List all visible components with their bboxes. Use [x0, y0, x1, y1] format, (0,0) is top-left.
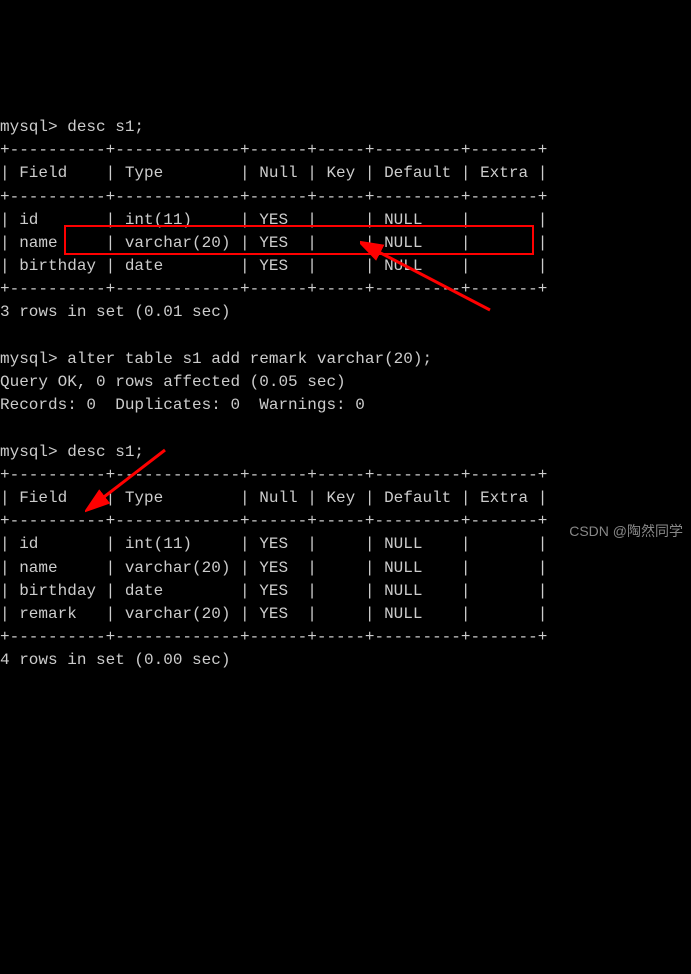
table-row: | name | varchar(20) | YES | | NULL | |	[0, 559, 547, 577]
command: desc s1;	[67, 118, 144, 136]
records-summary: Records: 0 Duplicates: 0 Warnings: 0	[0, 396, 365, 414]
prompt: mysql>	[0, 443, 67, 461]
table-border: +----------+-------------+------+-----+-…	[0, 141, 547, 159]
command: desc s1;	[67, 443, 144, 461]
table-border: +----------+-------------+------+-----+-…	[0, 280, 547, 298]
prompt: mysql>	[0, 118, 67, 136]
table-border: +----------+-------------+------+-----+-…	[0, 628, 547, 646]
command-alter: alter table s1 add remark varchar(20);	[67, 350, 432, 368]
table-header: | Field | Type | Null | Key | Default | …	[0, 489, 547, 507]
prompt-line-2[interactable]: mysql> alter table s1 add remark varchar…	[0, 350, 432, 368]
table-border: +----------+-------------+------+-----+-…	[0, 466, 547, 484]
result-summary: 4 rows in set (0.00 sec)	[0, 651, 230, 669]
query-ok: Query OK, 0 rows affected (0.05 sec)	[0, 373, 346, 391]
table-row: | id | int(11) | YES | | NULL | |	[0, 211, 547, 229]
terminal-output: mysql> desc s1; +----------+------------…	[0, 93, 691, 673]
table-border: +----------+-------------+------+-----+-…	[0, 188, 547, 206]
prompt: mysql>	[0, 350, 67, 368]
table-header: | Field | Type | Null | Key | Default | …	[0, 164, 547, 182]
table-row: | id | int(11) | YES | | NULL | |	[0, 535, 547, 553]
prompt-line-1[interactable]: mysql> desc s1;	[0, 118, 144, 136]
blank-line	[0, 327, 10, 345]
blank-line	[0, 419, 10, 437]
result-summary: 3 rows in set (0.01 sec)	[0, 303, 230, 321]
table-row: | remark | varchar(20) | YES | | NULL | …	[0, 605, 547, 623]
table-border: +----------+-------------+------+-----+-…	[0, 512, 547, 530]
table-row: | birthday | date | YES | | NULL | |	[0, 257, 547, 275]
watermark: CSDN @陶然同学	[569, 521, 683, 541]
table-row: | birthday | date | YES | | NULL | |	[0, 582, 547, 600]
prompt-line-3[interactable]: mysql> desc s1;	[0, 443, 144, 461]
table-row: | name | varchar(20) | YES | | NULL | |	[0, 234, 547, 252]
